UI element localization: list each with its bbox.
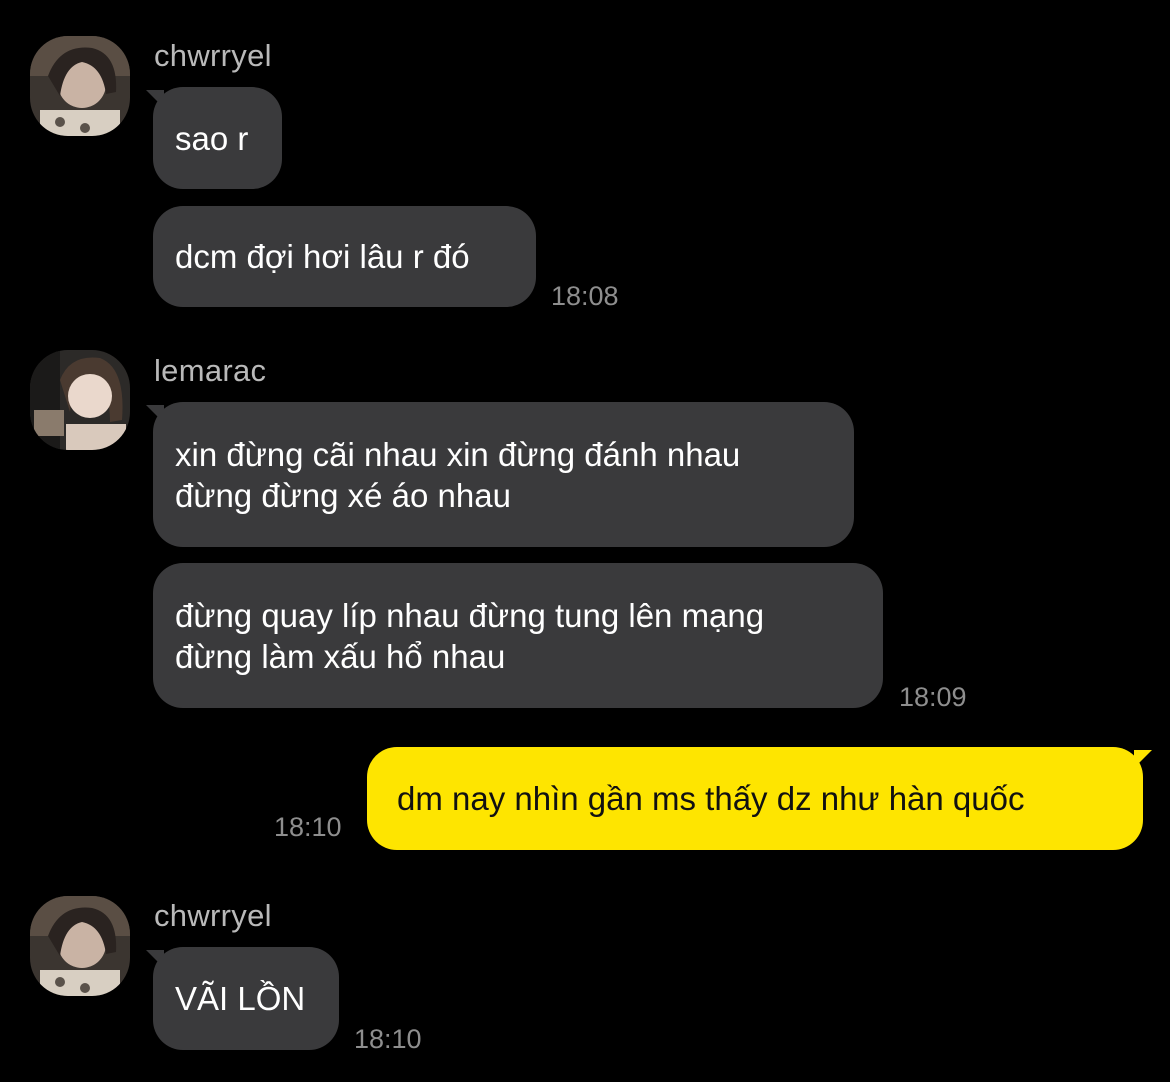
message-bubble[interactable]: đừng quay líp nhau đừng tung lên mạng đừ… [153, 563, 883, 708]
message-bubble[interactable]: VÃI LỒN [153, 947, 339, 1050]
chwrryel-avatar[interactable] [30, 36, 130, 136]
message-time: 18:10 [274, 812, 342, 842]
message-time: 18:10 [354, 1024, 422, 1054]
my-message-bubble[interactable]: dm nay nhìn gần ms thấy dz như hàn quốc [367, 747, 1143, 850]
profile-photo-icon [30, 36, 130, 136]
lemarac-avatar[interactable] [30, 350, 130, 450]
bubble-tail [1134, 750, 1152, 768]
chwrryel-avatar[interactable] [30, 896, 130, 996]
message-bubble[interactable]: xin đừng cãi nhau xin đừng đánh nhau đừn… [153, 402, 854, 547]
sender-name: lemarac [154, 353, 267, 388]
sender-name: chwrryel [154, 898, 272, 933]
message-bubble[interactable]: sao r [153, 87, 282, 189]
message-time: 18:09 [899, 682, 967, 712]
message-time: 18:08 [551, 281, 619, 311]
profile-photo-icon [30, 350, 130, 450]
profile-photo-icon [30, 896, 130, 996]
message-bubble[interactable]: dcm đợi hơi lâu r đó [153, 206, 536, 307]
sender-name: chwrryel [154, 38, 272, 73]
